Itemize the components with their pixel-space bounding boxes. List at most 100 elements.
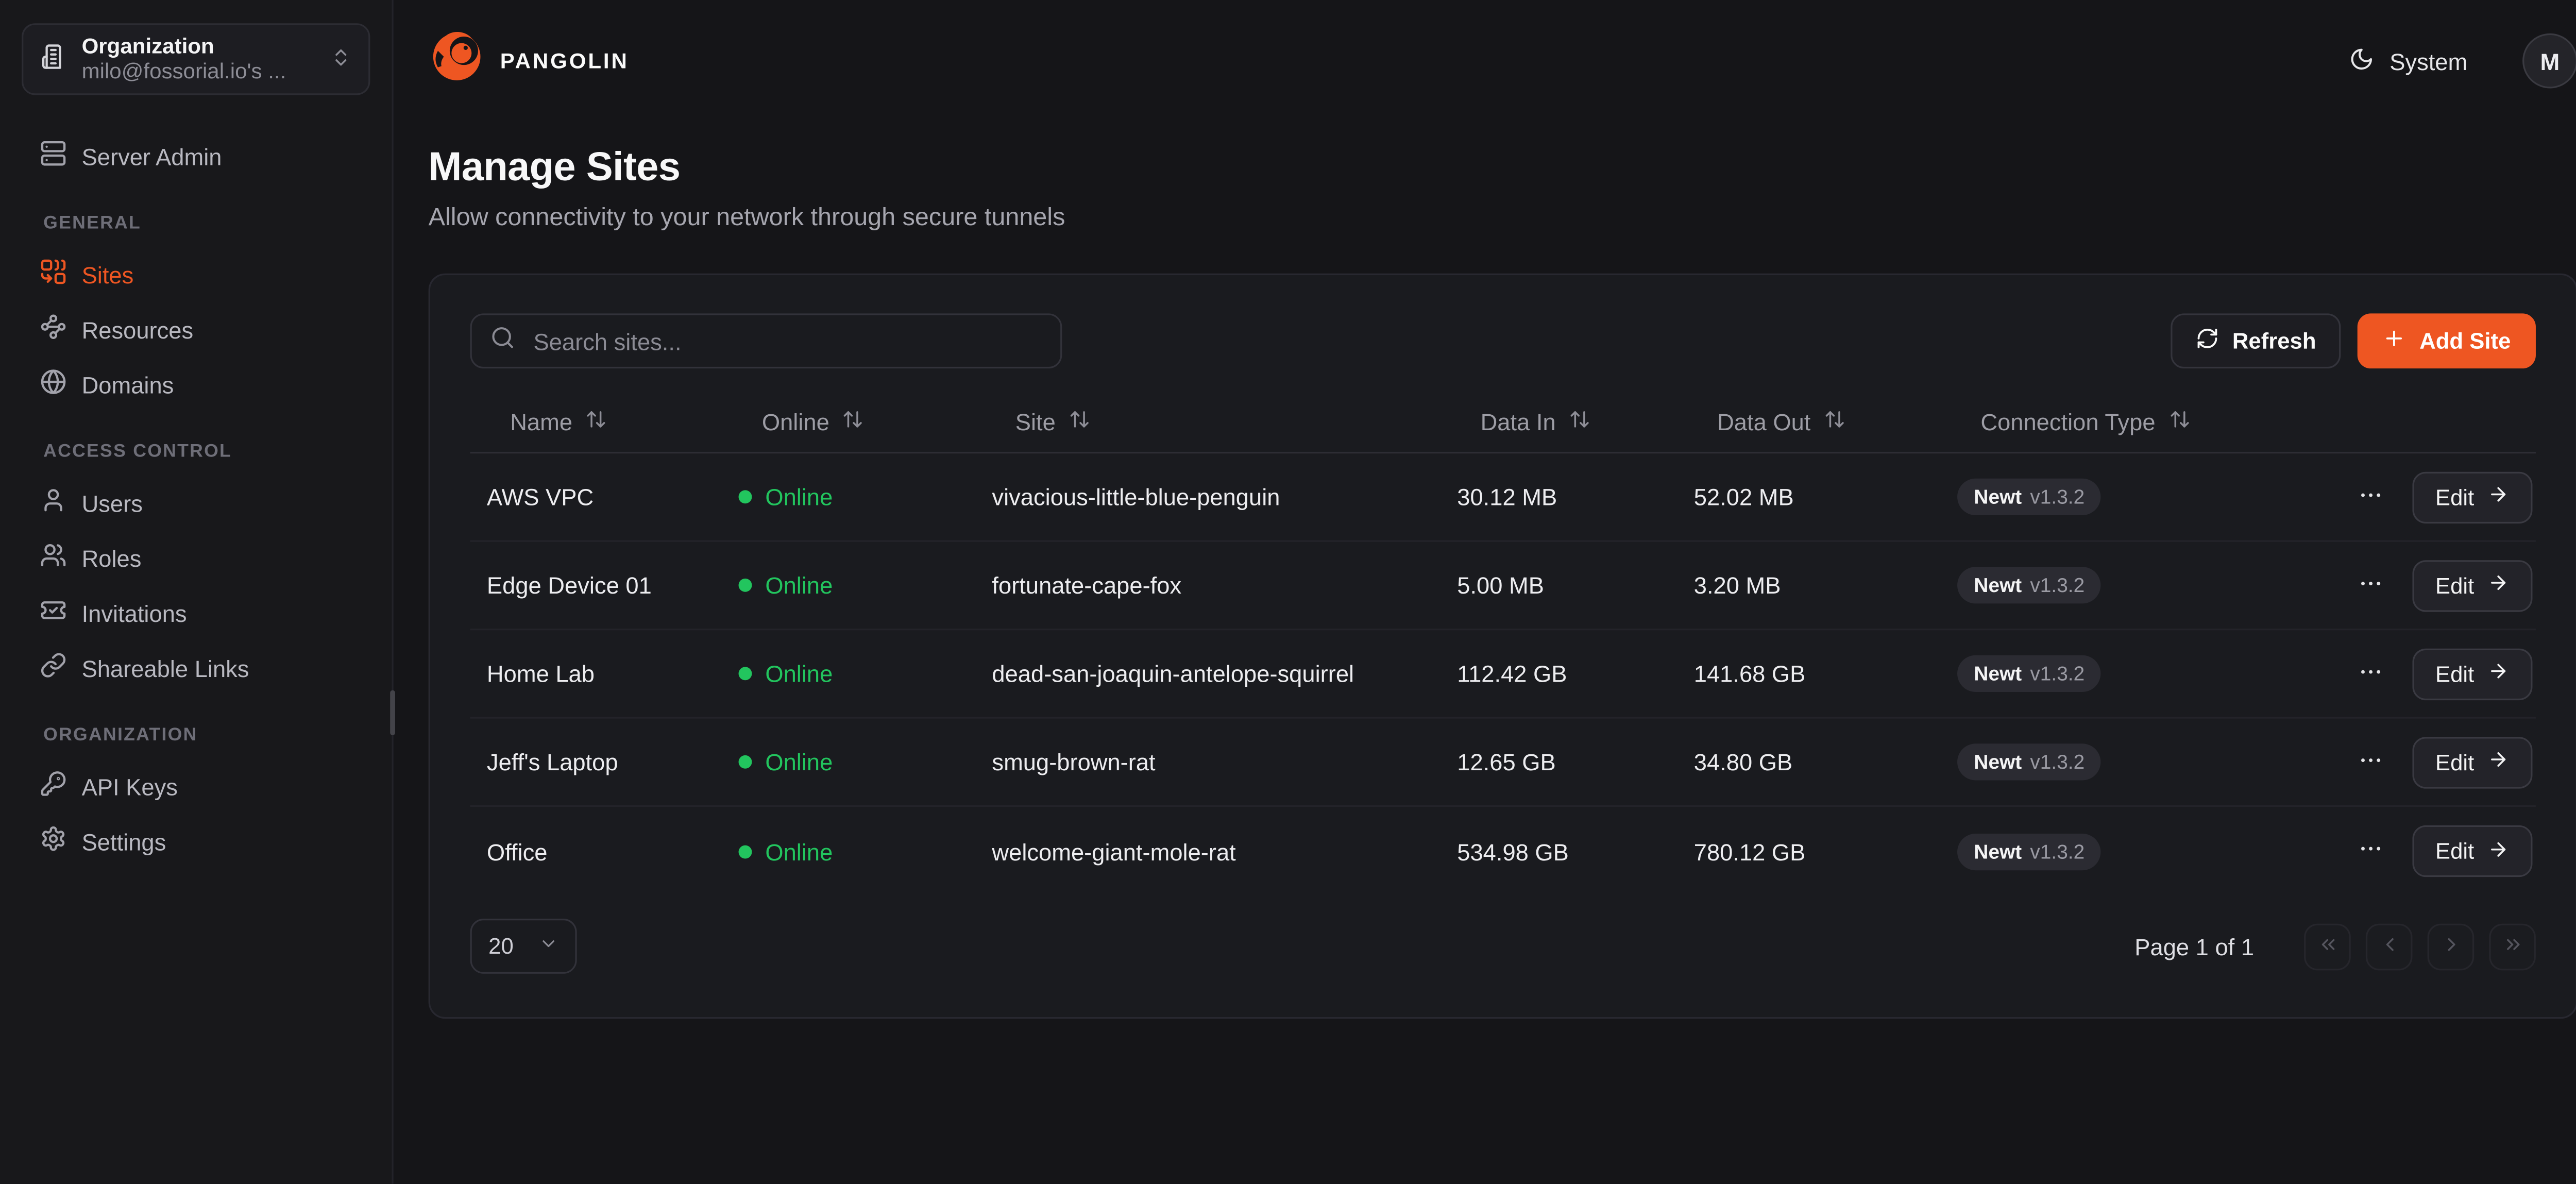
refresh-icon bbox=[2196, 327, 2219, 355]
row-menu-button[interactable] bbox=[2352, 476, 2388, 518]
site-status-cell: Online bbox=[722, 660, 975, 687]
arrow-up-down-icon bbox=[1824, 409, 1845, 435]
plus-icon bbox=[2383, 327, 2406, 355]
connection-type-cell: Newt v1.3.2 bbox=[1941, 743, 2352, 780]
page-title: Manage Sites bbox=[429, 145, 2576, 192]
site-name-cell: Home Lab bbox=[470, 660, 722, 687]
ellipsis-icon bbox=[2357, 569, 2384, 601]
data-out-cell: 52.02 MB bbox=[1677, 483, 1940, 510]
sidebar: Organization milo@fossorial.io's ... Ser… bbox=[0, 0, 394, 1184]
chevron-down-icon bbox=[538, 934, 558, 959]
gear-icon bbox=[40, 825, 67, 857]
site-id-cell: smug-brown-rat bbox=[975, 749, 1440, 775]
last-page-button[interactable] bbox=[2489, 923, 2536, 970]
main-area: PANGOLIN System M Manage Sites Allow con… bbox=[394, 0, 2576, 1184]
edit-button[interactable]: Edit bbox=[2412, 648, 2533, 699]
chevrons-left-icon bbox=[2316, 933, 2338, 960]
edit-button[interactable]: Edit bbox=[2412, 736, 2533, 788]
users-icon bbox=[40, 542, 67, 573]
row-menu-button[interactable] bbox=[2352, 831, 2388, 872]
row-menu-button[interactable] bbox=[2352, 564, 2388, 606]
first-page-button[interactable] bbox=[2304, 923, 2351, 970]
edit-button[interactable]: Edit bbox=[2412, 560, 2533, 611]
connection-badge: Newt v1.3.2 bbox=[1957, 833, 2102, 869]
edit-button[interactable]: Edit bbox=[2412, 471, 2533, 522]
page-subtitle: Allow connectivity to your network throu… bbox=[429, 204, 2576, 232]
data-out-cell: 780.12 GB bbox=[1677, 838, 1940, 865]
online-status-dot bbox=[739, 579, 752, 592]
site-name-cell: AWS VPC bbox=[470, 483, 722, 510]
next-page-button[interactable] bbox=[2428, 923, 2475, 970]
sidebar-section-organization: ORGANIZATION API Keys Settings bbox=[22, 722, 370, 869]
row-actions-cell: Edit bbox=[2352, 825, 2536, 877]
data-in-cell: 5.00 MB bbox=[1440, 572, 1677, 599]
site-name-cell: Jeff's Laptop bbox=[470, 749, 722, 775]
online-status-dot bbox=[739, 755, 752, 769]
org-selector[interactable]: Organization milo@fossorial.io's ... bbox=[22, 23, 370, 95]
avatar[interactable]: M bbox=[2522, 33, 2576, 89]
arrow-right-icon bbox=[2487, 483, 2509, 510]
online-status-dot bbox=[739, 667, 752, 680]
ellipsis-icon bbox=[2357, 835, 2384, 867]
column-header-name[interactable]: Name bbox=[470, 392, 722, 451]
sidebar-item-settings[interactable]: Settings bbox=[22, 814, 370, 869]
user-icon bbox=[40, 487, 67, 518]
org-selector-value: milo@fossorial.io's ... bbox=[82, 58, 315, 85]
ticket-check-icon bbox=[40, 597, 67, 628]
sidebar-section-access-control: ACCESS CONTROL Users Roles bbox=[22, 438, 370, 695]
sidebar-nav: Server Admin GENERAL Sites Resources bbox=[22, 128, 370, 869]
arrow-up-down-icon bbox=[1569, 409, 1591, 435]
arrow-right-icon bbox=[2487, 838, 2509, 865]
column-header-data-in[interactable]: Data In bbox=[1440, 392, 1677, 451]
sidebar-item-shareable-links[interactable]: Shareable Links bbox=[22, 640, 370, 696]
row-menu-button[interactable] bbox=[2352, 653, 2388, 695]
brand: PANGOLIN bbox=[429, 28, 629, 93]
sidebar-scrollbar-thumb[interactable] bbox=[390, 690, 395, 735]
row-menu-button[interactable] bbox=[2352, 741, 2388, 783]
theme-toggle[interactable]: System bbox=[2340, 44, 2478, 78]
combine-icon bbox=[40, 259, 67, 290]
edit-button[interactable]: Edit bbox=[2412, 825, 2533, 877]
page-size-select[interactable]: 20 bbox=[470, 919, 577, 974]
search-box bbox=[470, 313, 1062, 368]
key-icon bbox=[40, 770, 67, 802]
app-root: Organization milo@fossorial.io's ... Ser… bbox=[0, 0, 2576, 1184]
column-header-site[interactable]: Site bbox=[975, 392, 1440, 451]
moon-icon bbox=[2350, 46, 2375, 76]
column-header-connection-type[interactable]: Connection Type bbox=[1941, 392, 2352, 451]
search-input[interactable] bbox=[530, 326, 1042, 356]
brand-name: PANGOLIN bbox=[500, 48, 629, 74]
site-status-cell: Online bbox=[722, 572, 975, 599]
data-in-cell: 30.12 MB bbox=[1440, 483, 1677, 510]
sidebar-item-invitations[interactable]: Invitations bbox=[22, 585, 370, 640]
row-actions-cell: Edit bbox=[2352, 560, 2536, 611]
data-in-cell: 12.65 GB bbox=[1440, 749, 1677, 775]
table-row: AWS VPC Online vivacious-little-blue-pen… bbox=[470, 453, 2536, 542]
ellipsis-icon bbox=[2357, 481, 2384, 513]
refresh-button[interactable]: Refresh bbox=[2171, 313, 2341, 368]
sidebar-item-domains[interactable]: Domains bbox=[22, 357, 370, 412]
sidebar-item-api-keys[interactable]: API Keys bbox=[22, 758, 370, 814]
topbar: PANGOLIN System M bbox=[394, 0, 2576, 122]
sidebar-item-users[interactable]: Users bbox=[22, 475, 370, 530]
sidebar-item-roles[interactable]: Roles bbox=[22, 530, 370, 585]
column-header-actions bbox=[2352, 392, 2536, 451]
column-header-data-out[interactable]: Data Out bbox=[1677, 392, 1940, 451]
connection-type-cell: Newt v1.3.2 bbox=[1941, 479, 2352, 515]
table-footer: 20 Page 1 of 1 bbox=[470, 919, 2536, 974]
add-site-button[interactable]: Add Site bbox=[2358, 313, 2535, 368]
sidebar-item-sites[interactable]: Sites bbox=[22, 247, 370, 302]
table-row: Edge Device 01 Online fortunate-cape-fox… bbox=[470, 542, 2536, 631]
prev-page-button[interactable] bbox=[2366, 923, 2413, 970]
site-status-cell: Online bbox=[722, 749, 975, 775]
data-in-cell: 534.98 GB bbox=[1440, 838, 1677, 865]
site-id-cell: welcome-giant-mole-rat bbox=[975, 838, 1440, 865]
sidebar-item-server-admin[interactable]: Server Admin bbox=[22, 128, 370, 183]
column-header-online[interactable]: Online bbox=[722, 392, 975, 451]
sidebar-item-resources[interactable]: Resources bbox=[22, 302, 370, 357]
section-heading-access-control: ACCESS CONTROL bbox=[22, 438, 370, 465]
connection-type-cell: Newt v1.3.2 bbox=[1941, 567, 2352, 603]
table-row: Jeff's Laptop Online smug-brown-rat 12.6… bbox=[470, 719, 2536, 807]
page-info: Page 1 of 1 bbox=[2134, 933, 2254, 960]
row-actions-cell: Edit bbox=[2352, 648, 2536, 699]
